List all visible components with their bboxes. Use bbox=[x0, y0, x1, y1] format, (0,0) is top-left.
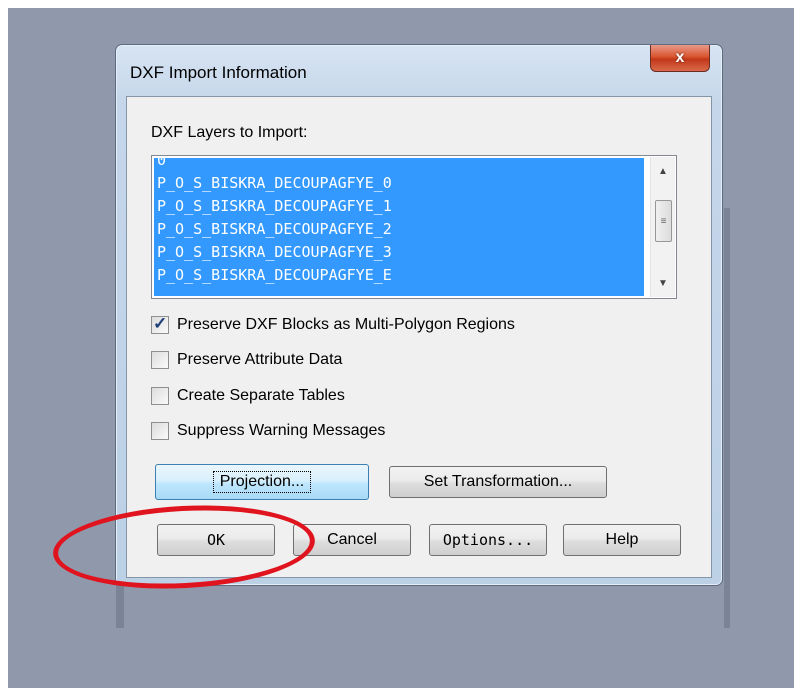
projection-button[interactable]: Projection... bbox=[155, 464, 369, 500]
close-icon: x bbox=[675, 49, 685, 66]
suppress-warnings-label: Suppress Warning Messages bbox=[177, 422, 386, 439]
checkbox-box[interactable] bbox=[151, 351, 169, 369]
checkbox-box[interactable] bbox=[151, 422, 169, 440]
separate-tables-label: Create Separate Tables bbox=[177, 387, 345, 404]
dialog-title: DXF Import Information bbox=[130, 63, 307, 82]
background-window-edge bbox=[724, 208, 730, 628]
chevron-down-icon[interactable]: ▼ bbox=[651, 273, 675, 293]
list-item[interactable]: P_O_S_BISKRA_DECOUPAGFYE_E bbox=[154, 264, 644, 287]
options-button[interactable]: Options... bbox=[429, 524, 547, 556]
layers-label: DXF Layers to Import: bbox=[151, 124, 308, 141]
preserve-attribute-checkbox[interactable]: Preserve Attribute Data bbox=[151, 349, 342, 371]
set-transformation-button[interactable]: Set Transformation... bbox=[389, 466, 607, 498]
layers-list-selection: 0 P_O_S_BISKRA_DECOUPAGFYE_0 P_O_S_BISKR… bbox=[154, 158, 644, 296]
help-label: Help bbox=[605, 531, 639, 548]
set-transformation-label: Set Transformation... bbox=[423, 473, 573, 490]
list-item[interactable]: P_O_S_BISKRA_DECOUPAGFYE_0 bbox=[154, 172, 644, 195]
scrollbar-thumb[interactable]: ≡ bbox=[655, 200, 672, 242]
list-item[interactable]: P_O_S_BISKRA_DECOUPAGFYE_3 bbox=[154, 241, 644, 264]
options-label: Options... bbox=[442, 531, 534, 549]
preserve-blocks-checkbox[interactable]: Preserve DXF Blocks as Multi-Polygon Reg… bbox=[151, 314, 515, 336]
preserve-attribute-label: Preserve Attribute Data bbox=[177, 351, 343, 368]
checkmark-icon[interactable] bbox=[151, 314, 169, 334]
checkbox-box[interactable] bbox=[151, 387, 169, 405]
cancel-label: Cancel bbox=[327, 531, 377, 548]
suppress-warnings-checkbox[interactable]: Suppress Warning Messages bbox=[151, 420, 385, 442]
preserve-blocks-label: Preserve DXF Blocks as Multi-Polygon Reg… bbox=[177, 316, 515, 333]
chevron-up-icon[interactable]: ▲ bbox=[651, 161, 675, 181]
list-item[interactable]: P_O_S_BISKRA_DECOUPAGFYE_1 bbox=[154, 195, 644, 218]
close-button[interactable]: x bbox=[650, 45, 710, 72]
separate-tables-checkbox[interactable]: Create Separate Tables bbox=[151, 385, 345, 407]
listbox-scrollbar[interactable]: ▲ ≡ ▼ bbox=[650, 157, 675, 297]
list-item[interactable]: 0 bbox=[154, 158, 644, 172]
projection-button-label: Projection... bbox=[212, 471, 312, 493]
list-item[interactable]: P_O_S_BISKRA_DECOUPAGFYE_2 bbox=[154, 218, 644, 241]
help-button[interactable]: Help bbox=[563, 524, 681, 556]
layers-listbox[interactable]: 0 P_O_S_BISKRA_DECOUPAGFYE_0 P_O_S_BISKR… bbox=[151, 155, 677, 299]
